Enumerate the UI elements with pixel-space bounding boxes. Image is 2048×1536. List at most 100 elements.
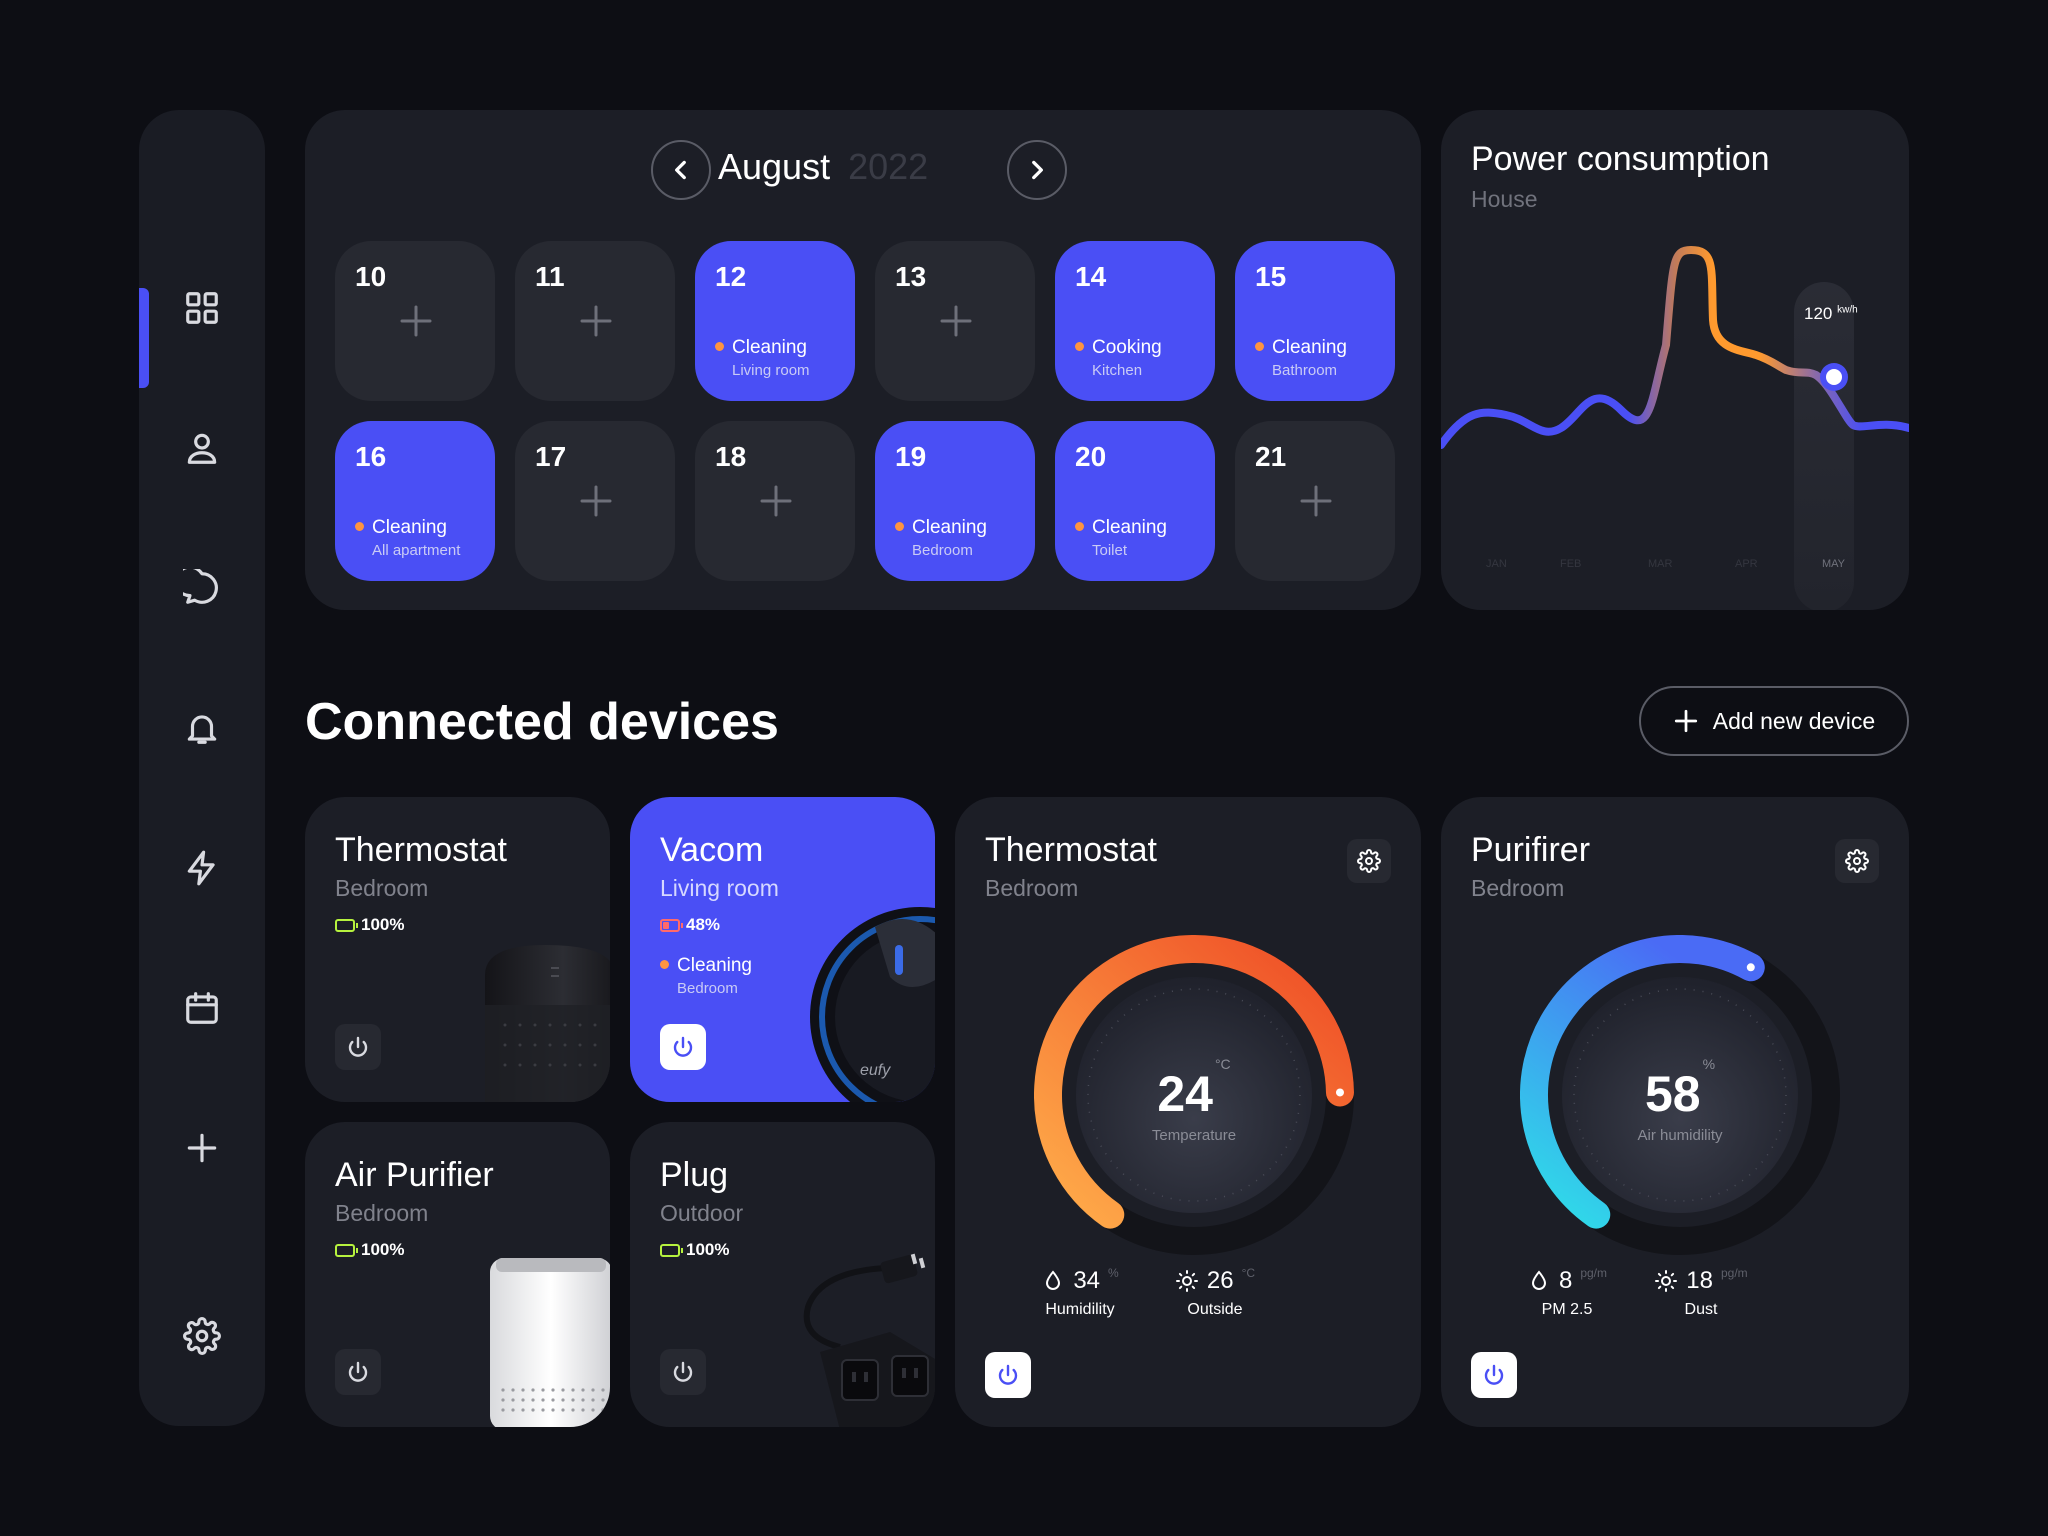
power-button[interactable] — [335, 1024, 381, 1070]
power-title: Power consumption — [1471, 140, 1770, 178]
calendar-day-15[interactable]: 15 Cleaning Bathroom — [1235, 241, 1395, 401]
device-card-plug[interactable]: Plug Outdoor 100% — [630, 1122, 935, 1427]
day-number: 18 — [715, 441, 747, 472]
battery-status: 100% — [335, 915, 404, 935]
stat-label: Outside — [1187, 1301, 1243, 1318]
stat-label: PM 2.5 — [1541, 1301, 1593, 1318]
temperature-dial[interactable]: 24°C Temperature — [1034, 935, 1354, 1255]
add-event-plus-icon[interactable] — [1299, 484, 1333, 518]
calendar-day-11[interactable]: 11 — [515, 241, 675, 401]
add-event-plus-icon[interactable] — [579, 484, 613, 518]
device-card-thermostat[interactable]: Thermostat Bedroom 100% — [305, 797, 610, 1102]
battery-level: 48% — [686, 915, 721, 934]
power-icon — [348, 1361, 368, 1382]
calendar-day-16[interactable]: 16 Cleaning All apartment — [335, 421, 495, 581]
stat-value: 8 — [1558, 1267, 1573, 1294]
calendar-day-20[interactable]: 20 Cleaning Toilet — [1055, 421, 1215, 581]
plus-icon — [400, 305, 432, 337]
smart-plug-image — [803, 1253, 935, 1427]
day-number: 17 — [535, 441, 567, 472]
device-settings-button[interactable] — [1835, 839, 1879, 883]
next-month-button[interactable] — [1007, 140, 1067, 200]
month-tick-may[interactable]: MAY — [1822, 558, 1845, 570]
event-title: Cleaning — [1272, 337, 1347, 358]
calendar-day-12[interactable]: 12 Cleaning Living room — [695, 241, 855, 401]
event-dot — [355, 522, 364, 532]
day-number: 19 — [895, 441, 927, 472]
event-place: All apartment — [372, 542, 461, 559]
battery-level: 100% — [361, 1240, 405, 1259]
nav-add[interactable] — [172, 1118, 232, 1178]
nav-settings[interactable] — [172, 1306, 232, 1366]
power-button[interactable] — [335, 1349, 381, 1395]
day-event: Cooking Kitchen — [1075, 337, 1162, 379]
battery-status: 48% — [660, 915, 720, 935]
device-card-air-purifier[interactable]: Air Purifier Bedroom 100% — [305, 1122, 610, 1427]
calendar-day-17[interactable]: 17 — [515, 421, 675, 581]
user-icon — [187, 433, 217, 464]
add-new-device-button[interactable]: Add new device — [1639, 686, 1909, 756]
temperature-unit: °C — [1214, 1056, 1231, 1073]
stat-pm25: 8 pg/m PM 2.5 — [1497, 1266, 1637, 1319]
add-event-plus-icon[interactable] — [759, 484, 793, 518]
nav-notifications[interactable] — [172, 698, 232, 758]
nav-profile[interactable] — [172, 418, 232, 478]
robot-vacuum-image: eufy — [810, 907, 935, 1102]
nav-energy[interactable] — [172, 838, 232, 898]
event-place: Kitchen — [1092, 362, 1143, 379]
power-button[interactable] — [660, 1024, 706, 1070]
month-tick-mar: MAR — [1648, 558, 1673, 570]
sun-icon — [1175, 1270, 1198, 1292]
calendar-day-14[interactable]: 14 Cooking Kitchen — [1055, 241, 1215, 401]
event-place: Bedroom — [912, 542, 973, 559]
battery-icon — [660, 1243, 683, 1257]
device-card-thermostat-detail[interactable]: Thermostat Bedroom 24°C Temperature 34 %… — [955, 797, 1421, 1427]
sidebar — [139, 110, 265, 1426]
calendar-day-19[interactable]: 19 Cleaning Bedroom — [875, 421, 1035, 581]
add-event-plus-icon[interactable] — [579, 304, 613, 338]
calendar-day-18[interactable]: 18 — [695, 421, 855, 581]
humidity-dial[interactable]: 58% Air humidility — [1520, 935, 1840, 1255]
device-card-purifier-detail[interactable]: Purifirer Bedroom 58% Air humidility 8 p… — [1441, 797, 1909, 1427]
plus-icon — [580, 485, 612, 517]
device-card-vacom[interactable]: Vacom Living room 48% Cleaning Bedroom e… — [630, 797, 935, 1102]
day-number: 14 — [1075, 261, 1107, 292]
battery-level: 100% — [361, 915, 405, 934]
add-event-plus-icon[interactable] — [939, 304, 973, 338]
event-dot — [1255, 342, 1264, 352]
device-settings-button[interactable] — [1347, 839, 1391, 883]
device-room: Outdoor — [660, 1200, 744, 1226]
temperature-value-wrap: 24°C — [1034, 1056, 1354, 1123]
calendar-day-21[interactable]: 21 — [1235, 421, 1395, 581]
day-number: 21 — [1255, 441, 1287, 472]
power-button[interactable] — [660, 1349, 706, 1395]
stat-label: Humidility — [1045, 1301, 1115, 1318]
nav-messages[interactable] — [172, 558, 232, 618]
battery-icon — [660, 918, 683, 932]
humidity-handle[interactable] — [1746, 963, 1755, 972]
event-dot — [715, 342, 724, 352]
stat-label: Dust — [1684, 1301, 1718, 1318]
prev-month-button[interactable] — [651, 140, 711, 200]
calendar-day-13[interactable]: 13 — [875, 241, 1035, 401]
power-button[interactable] — [1471, 1352, 1517, 1398]
grid-icon — [186, 292, 218, 324]
event-title: Cooking — [1092, 337, 1162, 358]
nav-calendar[interactable] — [172, 978, 232, 1038]
humidity-unit: % — [1702, 1056, 1716, 1073]
stat-unit: pg/m — [1580, 1266, 1608, 1280]
stat-unit: °C — [1241, 1266, 1256, 1280]
day-event: Cleaning Bedroom — [895, 517, 987, 559]
power-button[interactable] — [985, 1352, 1031, 1398]
day-event: Cleaning Toilet — [1075, 517, 1167, 559]
nav-dashboard[interactable] — [172, 278, 232, 338]
event-title: Cleaning — [372, 517, 447, 538]
chevron-right-icon — [1032, 160, 1043, 180]
droplet-icon — [1046, 1270, 1061, 1290]
add-event-plus-icon[interactable] — [399, 304, 433, 338]
device-name: Thermostat — [335, 831, 507, 869]
calendar-day-10[interactable]: 10 — [335, 241, 495, 401]
gear-icon — [183, 1317, 221, 1355]
humidity-value: 58 — [1644, 1066, 1701, 1122]
stat-value: 34 — [1073, 1267, 1101, 1294]
